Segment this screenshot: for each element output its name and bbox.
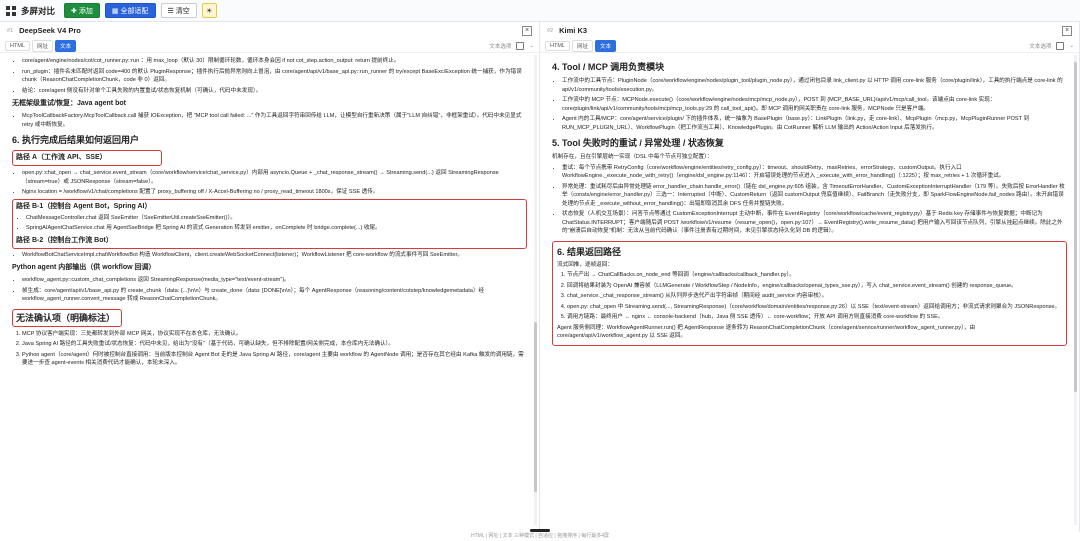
- list-item: 结论：core/agent 侧没有针对单个工具失败的内置重试/状态恢复机制（可确…: [22, 87, 527, 96]
- edit-icon[interactable]: [516, 41, 525, 50]
- clear-button[interactable]: ☰ 清空: [160, 3, 197, 18]
- path-heading: 路径 B-1（控制台 Agent Bot，Spring AI）: [16, 202, 152, 210]
- scrollbar-thumb[interactable]: [1074, 62, 1077, 392]
- paragraph: Agent 服务侧同理：WorkflowAgentRunner.run() 把 …: [557, 324, 976, 340]
- panel-index: #1: [7, 27, 14, 34]
- list-item: 帧生成：core/agent/api/v1/base_api.py 的 crea…: [22, 287, 527, 304]
- section-heading: 无法确认项（明确标注）: [16, 312, 116, 323]
- scrollbar-thumb[interactable]: [534, 322, 537, 492]
- close-icon[interactable]: ×: [1062, 25, 1072, 36]
- mode-text-tab[interactable]: 文本: [55, 39, 77, 52]
- list-item: 异常处理：重试耗尽后由异常处理链 error_handler_chain.han…: [562, 183, 1067, 209]
- section-heading: 6. 结果返回路径: [557, 246, 622, 257]
- path-heading: 路径 A（工作流 API、SSE）: [16, 154, 107, 161]
- panel-index: #2: [547, 27, 554, 34]
- mode-web-tab[interactable]: 网址: [31, 39, 53, 52]
- highlight-box: 无法确认项（明确标注）: [12, 308, 122, 327]
- mode-html-tab[interactable]: HTML: [545, 40, 570, 51]
- list-item: Java Spring AI 路径的工具失败重试/状态恢复：代码中未见，给出为"…: [22, 340, 527, 349]
- text-options-label: 文本选项: [489, 43, 512, 50]
- list-item: WorkflowBotChatServiceImpl.chatWorkflowB…: [22, 251, 527, 260]
- section-heading: Python agent 内部输出（供 workflow 回调）: [12, 264, 156, 271]
- list-item: Agent 内的工具/MCP：core/agent/service/plugin…: [562, 115, 1067, 132]
- fit-all-button[interactable]: ▦ 全部适配: [104, 3, 156, 18]
- section-heading: 4. Tool / MCP 调用负责模块: [552, 62, 665, 72]
- list-item: McpToolCallbackFactory.McpToolCallback.c…: [22, 112, 527, 129]
- panel-right: #2 Kimi K3 × HTML 网址 文本 文本选项 ⌄ 4. Tool / …: [540, 22, 1080, 532]
- list-item: 回调将结果封装为 OpenAI 兼容帧（LLMGenerate / Workfl…: [567, 282, 1062, 291]
- list-item: Nginx location = /workflow/v1/chat/compl…: [22, 188, 527, 197]
- path-heading: 路径 B-2（控制台工作流 Bot）: [16, 236, 113, 244]
- panel-model-name: Kimi K3: [559, 26, 588, 35]
- list-item: core/agent/engine/nodes/cot/cot_runner.p…: [22, 57, 527, 66]
- list-item: workflow_agent.py::custom_chat_completio…: [22, 276, 527, 285]
- list-item: 节点产出 → ChatCallBacks.on_node_end 等回调（eng…: [567, 271, 1062, 280]
- list-item: open.py: chat_open 中 Streaming.send(...,…: [567, 303, 1062, 312]
- edit-icon[interactable]: [1056, 41, 1065, 50]
- paragraph: 流式回推，逐帧返回：: [557, 261, 613, 268]
- list-item: 调用方链路：最终用户 ← nginx ← console-backend（hub…: [567, 313, 1062, 322]
- section-heading: 无框架级重试/恢复：Java agent bot: [12, 100, 126, 107]
- highlight-box: 路径 A（工作流 API、SSE）: [12, 150, 162, 166]
- list-item: chat_service._chat_response_stream() 从队列…: [567, 292, 1062, 301]
- list-item: 重试：每个节点携带 RetryConfig（core/workflow/engi…: [562, 164, 1067, 181]
- list-item: SpringAIAgentChatService.chat 用 AgentSse…: [26, 224, 523, 233]
- mode-text-tab[interactable]: 文本: [595, 39, 617, 52]
- close-icon[interactable]: ×: [522, 25, 532, 36]
- list-item: Python agent（core/agent）何时被控制台直接调用：当前版本控…: [22, 351, 527, 368]
- toolbar: 多屏对比 ✚ 添加 ▦ 全部适配 ☰ 清空 ☀: [0, 0, 1080, 22]
- list-item: run_plugin：插件名未匹配时返回 code=400 的默认 Plugin…: [22, 68, 527, 85]
- section-heading: 6. 执行完成后结果如何返回用户: [12, 135, 140, 145]
- expand-icon[interactable]: ⌄: [1069, 43, 1074, 49]
- list-item: 工作流中的工具节点：PluginNode（core/workflow/engin…: [562, 77, 1067, 94]
- paragraph: 机制存在，且在引擎层统一实现（DSL 中每个节点可独立配置）：: [552, 154, 713, 160]
- mode-html-tab[interactable]: HTML: [5, 40, 30, 51]
- footer-note: HTML | 网址 | 文本 三种模式 | 自适应 | 拖拽排序 | 每行最多4…: [0, 532, 1080, 541]
- theme-toggle-icon[interactable]: ☀: [201, 3, 217, 18]
- grid-icon: ▦: [111, 7, 119, 15]
- list-item: 工作流中的 MCP 节点：MCPNode.execute()（core/work…: [562, 96, 1067, 113]
- panel-left: #1 DeepSeek V4 Pro × HTML 网址 文本 文本选项 ⌄ co…: [0, 22, 540, 532]
- expand-icon[interactable]: ⌄: [529, 43, 534, 49]
- clear-icon: ☰: [167, 7, 174, 15]
- mode-web-tab[interactable]: 网址: [571, 39, 593, 52]
- plus-icon: ✚: [71, 7, 77, 15]
- panel-content: 4. Tool / MCP 调用负责模块 工作流中的工具节点：PluginNod…: [540, 53, 1079, 532]
- text-options-label: 文本选项: [1029, 43, 1052, 50]
- highlight-box: 6. 结果返回路径 流式回推，逐帧返回： 节点产出 → ChatCallBack…: [552, 240, 1067, 346]
- highlight-box: 路径 B-1（控制台 Agent Bot，Spring AI） ChatMess…: [12, 198, 527, 249]
- list-item: ChatMessageController.chat 返回 SseEmitter…: [26, 214, 523, 223]
- list-item: MCP 协议客户端实现：三处都转发到外部 MCP 网关，协议实现不在本仓库，无法…: [22, 330, 527, 339]
- list-item: open.py::chat_open → chat_service.event_…: [22, 169, 527, 186]
- add-button[interactable]: ✚ 添加: [64, 3, 100, 18]
- section-heading: 5. Tool 失败时的重试 / 异常处理 / 状态恢复: [552, 138, 724, 148]
- list-item: 状态恢复（人机交互场景）：问答节点等通过 CustomExceptionInte…: [562, 210, 1067, 236]
- app-title: 多屏对比: [21, 5, 56, 16]
- panel-content: core/agent/engine/nodes/cot/cot_runner.p…: [0, 53, 539, 532]
- app-logo-icon: [6, 5, 16, 16]
- panel-model-name: DeepSeek V4 Pro: [19, 26, 81, 35]
